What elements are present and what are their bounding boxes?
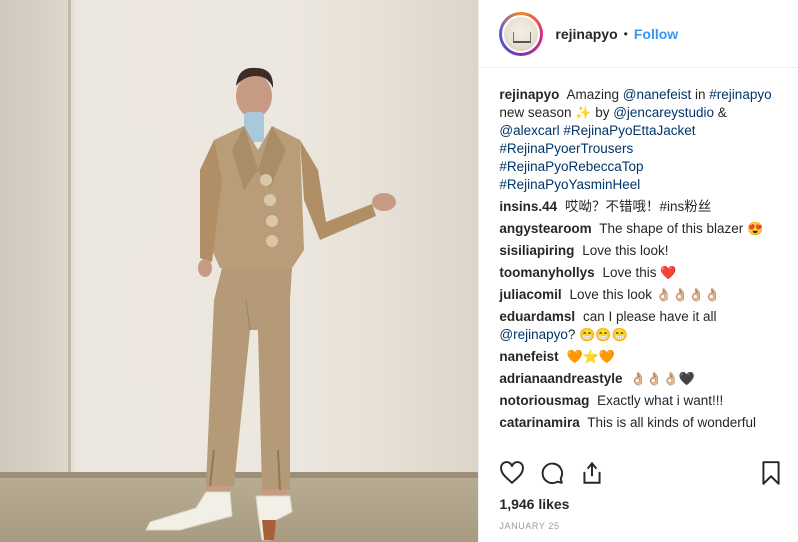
instagram-post: rejinapyo • Follow rejinapyo Amazing @na… bbox=[0, 0, 798, 542]
heart-eyes-emoji-icon: 😍 bbox=[747, 221, 764, 236]
comment-item: sisiliapiring Love this look! bbox=[499, 242, 789, 260]
model-figure bbox=[145, 67, 396, 541]
caption-text: Amazing bbox=[566, 87, 619, 102]
comment-icon[interactable] bbox=[539, 460, 565, 486]
hashtag-link[interactable]: #RejinaPyoEttaJacket bbox=[563, 123, 695, 138]
post-photo[interactable] bbox=[0, 0, 479, 542]
comment-item: catarinamira This is all kinds of wonder… bbox=[499, 414, 789, 432]
ok-hand-emoji-icon: 👌🏼👌🏼👌🏼👌🏼 bbox=[655, 287, 721, 302]
red-heart-emoji-icon: ❤️ bbox=[660, 265, 677, 280]
comment-text: This is all kinds of wonderful bbox=[587, 415, 757, 430]
hashtag-link[interactable]: #RejinaPyoRebeccaTop bbox=[499, 159, 643, 174]
mention-link[interactable]: @jencareystudio bbox=[613, 105, 714, 120]
follow-button[interactable]: Follow bbox=[634, 26, 678, 42]
comment-text: Exactly what i want!!! bbox=[597, 393, 724, 408]
caption-text: new season bbox=[499, 105, 572, 120]
comment-username[interactable]: toomanyhollys bbox=[499, 265, 594, 280]
story-ring[interactable] bbox=[499, 11, 544, 56]
comment-item: nanefeist 🧡⭐🧡 bbox=[499, 348, 789, 366]
comment-text: can I please have it all bbox=[582, 309, 717, 324]
comment-username[interactable]: juliacomil bbox=[499, 287, 561, 302]
comments-list[interactable]: rejinapyo Amazing @nanefeist in #rejinap… bbox=[499, 86, 789, 450]
avatar[interactable] bbox=[502, 14, 541, 53]
ok-hand-emoji-icon: 👌🏼👌🏼👌🏼🖤 bbox=[630, 371, 695, 386]
mention-link[interactable]: @nanefeist bbox=[623, 87, 692, 102]
heart-star-emoji-icon: 🧡⭐🧡 bbox=[566, 349, 616, 364]
comment-username[interactable]: sisiliapiring bbox=[499, 243, 574, 258]
comment-username[interactable]: notoriousmag bbox=[499, 393, 589, 408]
grin-emoji-icon: 😁😁😁 bbox=[579, 327, 628, 342]
comment-item: toomanyhollys Love this ❤️ bbox=[499, 264, 789, 282]
hashtag-link[interactable]: #RejinaPyoYasminHeel bbox=[499, 177, 640, 192]
comment-item: eduardamsl can I please have it all @rej… bbox=[499, 308, 789, 344]
comment-username[interactable]: catarinamira bbox=[499, 415, 579, 430]
mention-link[interactable]: @alexcarl bbox=[499, 123, 559, 138]
caption: rejinapyo Amazing @nanefeist in #rejinap… bbox=[499, 86, 789, 194]
comment-item: juliacomil Love this look 👌🏼👌🏼👌🏼👌🏼 bbox=[499, 286, 789, 304]
header-username[interactable]: rejinapyo bbox=[555, 26, 617, 42]
comment-item: insins.44 哎呦？不错哦！#ins粉丝 bbox=[499, 198, 789, 216]
action-bar bbox=[499, 460, 788, 490]
comment-username[interactable]: eduardamsl bbox=[499, 309, 575, 324]
caption-username[interactable]: rejinapyo bbox=[499, 87, 559, 102]
bookmark-icon[interactable] bbox=[758, 460, 784, 486]
likes-count[interactable]: 1,946 likes bbox=[499, 496, 569, 512]
comment-text: The shape of this blazer bbox=[599, 221, 744, 236]
caption-text: in bbox=[695, 87, 706, 102]
comment-text: Love this look bbox=[569, 287, 653, 302]
comment-item: adrianaandreastyle 👌🏼👌🏼👌🏼🖤 bbox=[499, 370, 789, 388]
hashtag-link[interactable]: #RejinaPyoerTrousers bbox=[499, 141, 633, 156]
mention-link[interactable]: @rejinapyo bbox=[499, 327, 568, 342]
separator-dot: • bbox=[623, 26, 628, 41]
comment-username[interactable]: angystearoom bbox=[499, 221, 591, 236]
comment-text: 哎呦？不错哦！#ins粉丝 bbox=[564, 199, 712, 214]
post-side-panel: rejinapyo • Follow rejinapyo Amazing @na… bbox=[478, 0, 798, 542]
comment-text: ? bbox=[567, 327, 576, 342]
comment-item: angystearoom The shape of this blazer 😍 bbox=[499, 220, 789, 238]
comment-username[interactable]: insins.44 bbox=[499, 199, 557, 214]
hashtag-link[interactable]: #rejinapyo bbox=[709, 87, 771, 102]
post-header: rejinapyo • Follow bbox=[479, 0, 798, 68]
share-icon[interactable] bbox=[579, 460, 605, 486]
sparkles-icon: ✨ bbox=[575, 105, 592, 120]
heart-icon[interactable] bbox=[499, 460, 525, 486]
caption-text: & bbox=[717, 105, 727, 120]
comment-text: Love this look! bbox=[582, 243, 669, 258]
post-date[interactable]: JANUARY 25 bbox=[499, 521, 559, 531]
comment-username[interactable]: nanefeist bbox=[499, 349, 558, 364]
comment-item: notoriousmag Exactly what i want!!! bbox=[499, 392, 789, 410]
caption-text: by bbox=[595, 105, 610, 120]
comment-text: Love this bbox=[602, 265, 657, 280]
comment-username[interactable]: adrianaandreastyle bbox=[499, 371, 622, 386]
